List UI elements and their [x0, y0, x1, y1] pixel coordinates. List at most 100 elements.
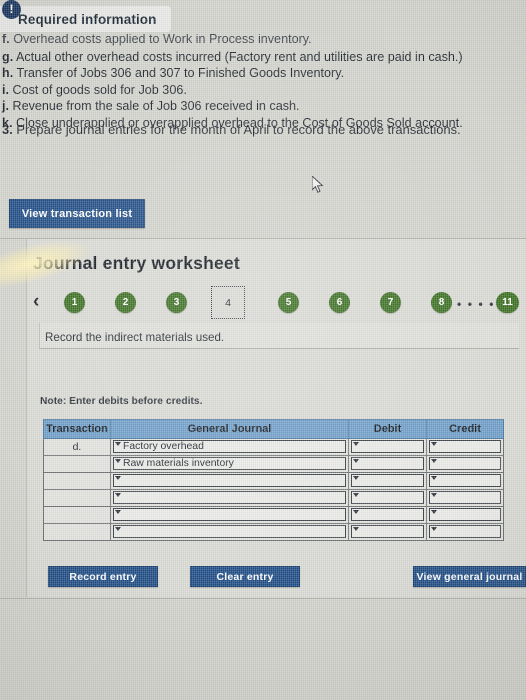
credit-input[interactable]: [429, 525, 501, 538]
view-general-journal-label: View general journal: [416, 570, 523, 583]
worksheet-step-nav: ‹ 1 2 3 4 5 6 7 8 • • • • • 11: [33, 286, 519, 319]
column-header-credit: Credit: [426, 419, 504, 439]
credit-input[interactable]: [429, 491, 501, 504]
credit-input[interactable]: [429, 474, 501, 487]
debits-before-credits-note: Note: Enter debits before credits.: [40, 396, 203, 407]
cell-general-journal: [110, 472, 349, 490]
cell-transaction: [43, 455, 111, 473]
cell-general-journal: [110, 523, 349, 541]
requirement-letter: j.: [2, 99, 9, 114]
footer-divider: [0, 598, 526, 599]
mouse-cursor-icon: [312, 176, 324, 193]
requirements-list: f. Overhead costs applied to Work in Pro…: [0, 34, 526, 131]
general-journal-input[interactable]: [113, 474, 346, 487]
cell-debit: [348, 523, 427, 541]
worksheet-step-2[interactable]: 2: [115, 292, 136, 313]
cell-debit: [348, 472, 427, 490]
credit-input[interactable]: [429, 508, 501, 521]
requirement-question: 3. Prepare journal entries for the month…: [2, 122, 461, 137]
cell-transaction: [43, 472, 111, 490]
cell-debit: [348, 438, 427, 456]
column-header-transaction: Transaction: [43, 419, 111, 439]
credit-input[interactable]: [429, 440, 501, 453]
requirement-text: Revenue from the sale of Job 306 receive…: [12, 99, 300, 114]
worksheet-step-3[interactable]: 3: [166, 292, 187, 313]
exclamation-icon: !: [2, 0, 21, 19]
worksheet-step-11[interactable]: 11: [496, 292, 519, 313]
journal-entry-table: Transaction General Journal Debit Credit…: [43, 419, 504, 541]
worksheet-step-5[interactable]: 5: [278, 292, 299, 313]
requirement-item: g. Actual other overhead costs incurred …: [0, 49, 526, 65]
debit-input[interactable]: [351, 457, 424, 470]
worksheet-step-7[interactable]: 7: [380, 292, 401, 313]
requirement-item: j. Revenue from the sale of Job 306 rece…: [0, 98, 526, 114]
cell-credit: [426, 489, 504, 507]
record-entry-label: Record entry: [69, 570, 137, 583]
requirement-text: Cost of goods sold for Job 306.: [12, 82, 187, 97]
table-row: d. Factory overhead: [43, 438, 504, 456]
general-journal-input[interactable]: [113, 508, 346, 521]
cell-credit: [426, 506, 504, 524]
general-journal-input[interactable]: Factory overhead: [113, 440, 346, 453]
worksheet-prompt-text: Record the indirect materials used.: [45, 331, 225, 344]
table-row: [43, 472, 504, 490]
table-row: [43, 489, 504, 507]
requirement-text: Actual other overhead costs incurred (Fa…: [16, 50, 463, 64]
view-transaction-list-label: View transaction list: [21, 207, 133, 220]
cell-transaction: [43, 506, 111, 524]
cell-general-journal: [110, 489, 349, 507]
page-title: Journal entry worksheet: [33, 253, 240, 273]
column-header-general-journal: General Journal: [110, 419, 349, 439]
general-journal-input[interactable]: [113, 491, 346, 504]
requirement-letter: i.: [2, 82, 9, 97]
table-row: [43, 506, 504, 524]
worksheet-step-6[interactable]: 6: [329, 292, 350, 313]
requirement-text: Transfer of Jobs 306 and 307 to Finished…: [16, 66, 345, 81]
cell-credit: [426, 455, 504, 473]
table-header-row: Transaction General Journal Debit Credit: [43, 419, 504, 439]
debit-input[interactable]: [351, 525, 424, 538]
requirement-item: f. Overhead costs applied to Work in Pro…: [0, 34, 526, 46]
cell-general-journal: Factory overhead: [110, 438, 349, 456]
cell-credit: [426, 523, 504, 541]
general-journal-input[interactable]: [113, 525, 346, 538]
cell-general-journal: Raw materials inventory: [110, 455, 349, 473]
requirement-letter: g.: [2, 50, 14, 64]
view-general-journal-button[interactable]: View general journal: [413, 566, 526, 587]
debit-input[interactable]: [351, 508, 424, 521]
prev-step-arrow-icon[interactable]: ‹: [33, 291, 47, 313]
cell-debit: [348, 506, 427, 524]
requirement-letter: h.: [2, 66, 14, 81]
requirement-text: Overhead costs applied to Work in Proces…: [13, 34, 312, 46]
required-information-header: Required information: [0, 6, 171, 32]
required-information-label: Required information: [18, 11, 157, 27]
cell-transaction: d.: [43, 438, 111, 456]
column-header-debit: Debit: [348, 419, 427, 439]
debit-input[interactable]: [351, 440, 424, 453]
worksheet-step-1[interactable]: 1: [64, 292, 85, 313]
view-transaction-list-button[interactable]: View transaction list: [9, 199, 145, 228]
requirement-letter: f.: [2, 34, 10, 46]
requirement-question-number: 3.: [2, 122, 13, 137]
general-journal-input[interactable]: Raw materials inventory: [113, 457, 346, 470]
cell-credit: [426, 472, 504, 490]
cell-debit: [348, 455, 427, 473]
debit-input[interactable]: [351, 474, 424, 487]
requirement-item: i. Cost of goods sold for Job 306.: [0, 82, 526, 98]
table-row: Raw materials inventory: [43, 455, 504, 473]
clear-entry-button[interactable]: Clear entry: [190, 566, 300, 587]
requirement-question-text: Prepare journal entries for the month of…: [16, 122, 461, 137]
cell-general-journal: [110, 506, 349, 524]
requirement-item: h. Transfer of Jobs 306 and 307 to Finis…: [0, 65, 526, 81]
worksheet-step-8[interactable]: 8: [431, 292, 452, 313]
cell-debit: [348, 489, 427, 507]
cell-credit: [426, 438, 504, 456]
cell-transaction: [43, 523, 111, 541]
clear-entry-label: Clear entry: [216, 570, 274, 583]
worksheet-step-4-current[interactable]: 4: [211, 286, 245, 319]
credit-input[interactable]: [429, 457, 501, 470]
debit-input[interactable]: [351, 491, 424, 504]
table-row: [43, 523, 504, 541]
record-entry-button[interactable]: Record entry: [48, 566, 158, 587]
cell-transaction: [43, 489, 111, 507]
